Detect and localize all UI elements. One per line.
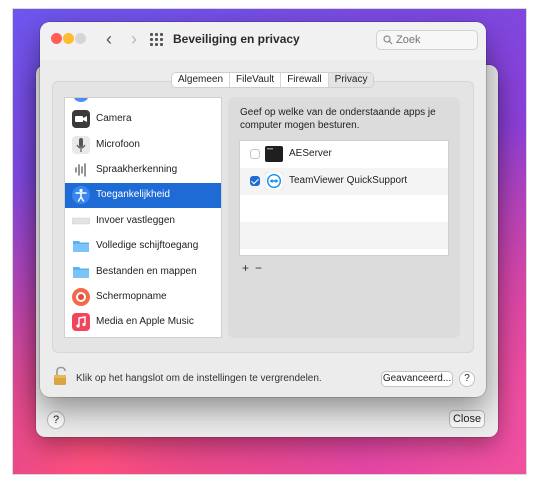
sidebar-item-label: Volledige schijftoegang	[96, 240, 199, 251]
title-bar: ‹ › Beveiliging en privacy	[40, 22, 486, 60]
padlock-icon[interactable]	[53, 366, 69, 386]
waveform-icon	[72, 161, 90, 179]
sidebar-item-speech-recognition[interactable]: Spraakherkenning	[65, 158, 221, 183]
tab-bar: Algemeen FileVault Firewall Privacy	[171, 72, 375, 88]
app-row[interactable]: TeamViewer QuickSupport	[240, 168, 448, 195]
keyboard-icon	[71, 212, 91, 230]
accessibility-icon	[72, 186, 90, 204]
search-input[interactable]	[396, 33, 474, 47]
screen-record-icon	[72, 288, 90, 306]
back-arrow-icon[interactable]: ‹	[101, 28, 117, 50]
forward-arrow-icon[interactable]: ›	[126, 28, 142, 50]
app-row[interactable]: AEServer	[240, 141, 448, 168]
app-name: TeamViewer QuickSupport	[289, 175, 408, 186]
background-close-button[interactable]: Close	[449, 410, 485, 428]
add-remove-controls: + −	[239, 262, 265, 274]
sidebar-item-microphone[interactable]: Microfoon	[65, 133, 221, 158]
sidebar-item-files-and-folders[interactable]: Bestanden en mappen	[65, 260, 221, 285]
camera-icon	[72, 110, 90, 128]
privacy-category-list[interactable]: Camera Microfoon Spraakherkenning Toegan…	[64, 97, 222, 338]
sidebar-item-full-disk-access[interactable]: Volledige schijftoegang	[65, 234, 221, 259]
sidebar-item-screen-recording[interactable]: Schermopname	[65, 285, 221, 310]
search-field[interactable]	[376, 30, 478, 50]
sidebar-item-label: Invoer vastleggen	[96, 215, 175, 226]
folder-icon	[72, 263, 90, 281]
sidebar-item-media-apple-music[interactable]: Media en Apple Music	[65, 310, 221, 335]
folder-icon	[72, 237, 90, 255]
music-icon	[72, 313, 90, 331]
tab-algemeen[interactable]: Algemeen	[172, 73, 229, 87]
minimize-window-button[interactable]	[63, 33, 74, 44]
background-help-button[interactable]: ?	[47, 411, 65, 429]
app-checkbox[interactable]	[250, 149, 260, 159]
close-window-button[interactable]	[51, 33, 62, 44]
search-icon	[383, 35, 393, 45]
terminal-app-icon	[265, 145, 283, 163]
partial-item-icon	[74, 98, 88, 102]
app-checkbox[interactable]	[250, 176, 260, 186]
sidebar-item-label: Toegankelijkheid	[96, 189, 170, 200]
teamviewer-icon	[264, 171, 284, 191]
remove-app-button[interactable]: −	[252, 262, 265, 274]
sidebar-item-input-monitoring[interactable]: Invoer vastleggen	[65, 209, 221, 234]
tab-filevault[interactable]: FileVault	[229, 73, 280, 87]
app-name: AEServer	[289, 148, 332, 159]
sidebar-item-label: Spraakherkenning	[96, 164, 178, 175]
app-list[interactable]: AEServer TeamViewer QuickSupport	[239, 140, 449, 256]
sidebar-item-label: Schermopname	[96, 291, 167, 302]
show-all-grid-icon[interactable]	[150, 33, 163, 46]
sidebar-item-label: Camera	[96, 113, 132, 124]
window-title: Beveiliging en privacy	[173, 32, 300, 46]
sidebar-item-accessibility[interactable]: Toegankelijkheid	[65, 183, 221, 208]
security-privacy-window: ‹ › Beveiliging en privacy Algemeen File…	[40, 22, 486, 397]
permission-description: Geef op welke van de onderstaande apps j…	[240, 107, 436, 131]
sidebar-item-label: Media en Apple Music	[96, 316, 194, 327]
sidebar-item-label: Bestanden en mappen	[96, 266, 197, 277]
sidebar-item-label: Microfoon	[96, 139, 140, 150]
sidebar-item-camera[interactable]: Camera	[65, 107, 221, 132]
help-button[interactable]: ?	[459, 371, 475, 387]
lock-instruction-text: Klik op het hangslot om de instellingen …	[76, 373, 322, 384]
advanced-button[interactable]: Geavanceerd...	[381, 371, 453, 387]
tab-privacy[interactable]: Privacy	[327, 73, 374, 87]
add-app-button[interactable]: +	[239, 262, 252, 274]
tab-firewall[interactable]: Firewall	[280, 73, 327, 87]
zoom-window-button[interactable]	[75, 33, 86, 44]
app-row-empty	[240, 195, 448, 222]
microphone-icon	[72, 136, 90, 154]
app-row-empty	[240, 222, 448, 249]
